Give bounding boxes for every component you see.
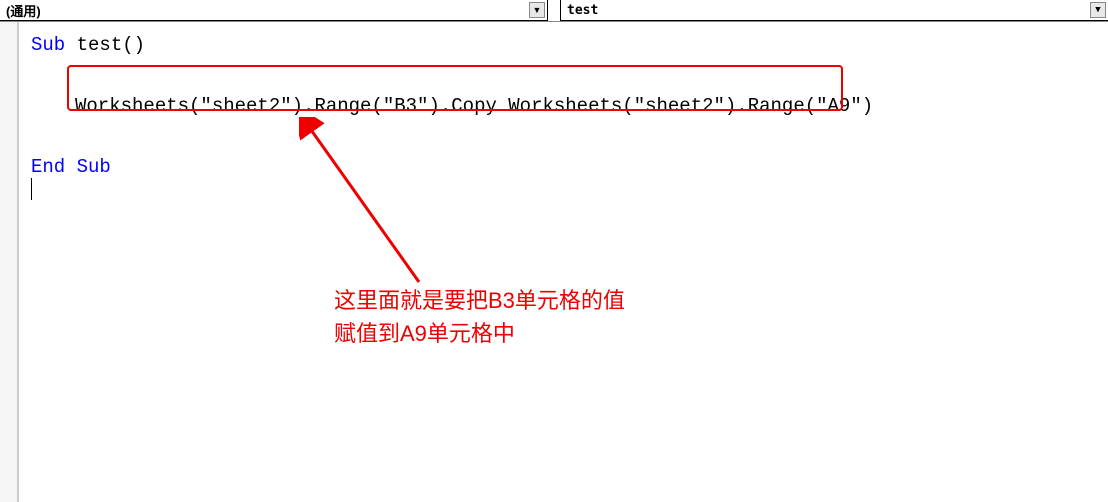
procedure-dropdown-label: test	[567, 3, 598, 18]
keyword-endsub: End Sub	[31, 152, 1096, 182]
left-margin	[0, 22, 18, 502]
procedure-dropdown[interactable]: test ▼	[560, 0, 1108, 21]
object-dropdown-label: (通用)	[6, 1, 41, 20]
annotation-text: 这里面就是要把B3单元格的值 赋值到A9单元格中	[334, 284, 625, 350]
sub-name: test()	[65, 34, 145, 56]
object-dropdown[interactable]: (通用) ▼	[0, 0, 548, 21]
chevron-down-icon[interactable]: ▼	[1090, 2, 1106, 18]
chevron-down-icon[interactable]: ▼	[529, 2, 545, 18]
code-editor[interactable]: Sub test() Worksheets("sheet2").Range("B…	[18, 22, 1108, 502]
annotation-line2: 赋值到A9单元格中	[334, 317, 625, 350]
top-toolbar: (通用) ▼ test ▼	[0, 0, 1108, 22]
code-line-blank	[31, 60, 1096, 90]
text-cursor	[31, 178, 32, 200]
annotation-line1: 这里面就是要把B3单元格的值	[334, 284, 625, 317]
code-line-blank2	[31, 121, 1096, 151]
keyword-sub: Sub	[31, 34, 65, 56]
code-line-highlighted: Worksheets("sheet2").Range("B3").Copy Wo…	[31, 91, 1096, 121]
code-line-1: Sub test()	[31, 30, 1096, 60]
